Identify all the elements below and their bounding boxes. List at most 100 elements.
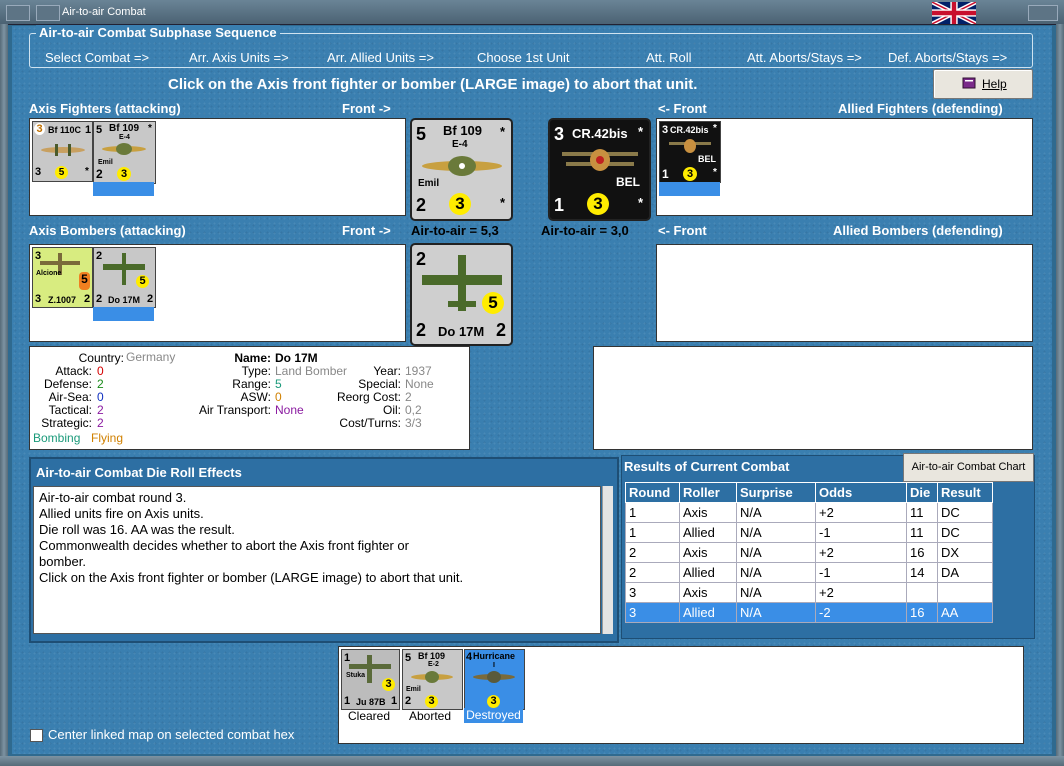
minimize-button[interactable] — [6, 5, 30, 21]
cell: N/A — [736, 582, 816, 603]
allied-air-to-air-value: Air-to-air = 3,0 — [541, 223, 629, 238]
country-value: Germany — [126, 350, 176, 364]
cell: DX — [937, 542, 993, 563]
oil-value: 0,2 — [405, 403, 422, 417]
cell: 3 — [625, 582, 680, 603]
window-frame-right — [1056, 24, 1064, 766]
counter-name: Bf 110C — [48, 125, 82, 135]
table-row-selected[interactable]: 3 Allied N/A -2 16 AA — [625, 602, 993, 623]
cell: Allied — [679, 562, 737, 583]
results-table: Round Roller Surprise Odds Die Result 1A… — [625, 482, 993, 623]
cell: 2 — [625, 562, 680, 583]
counter-name: Z.1007 — [48, 295, 77, 305]
table-row[interactable]: 2 Axis N/A +2 16 DX — [625, 542, 993, 563]
counter-bl: 1 — [662, 167, 669, 181]
counter-nick: Emil — [418, 178, 440, 189]
outcome-counter-bf109e2[interactable]: 5 Bf 109 E-2 Emil 2 3 — [402, 649, 463, 710]
tactical-value: 2 — [97, 403, 104, 417]
cell: N/A — [736, 542, 816, 563]
cell: N/A — [736, 562, 816, 583]
allied-fighter-selection-bar — [659, 182, 720, 196]
strategic-value: 2 — [97, 416, 104, 430]
axis-front-bomber-counter[interactable]: 2 5 2 Do 17M 2 — [410, 243, 513, 346]
bombing-flag: Bombing — [33, 431, 81, 445]
axis-bomber-counter-z1007[interactable]: 3 Alcione 5 3 Z.1007 2 — [32, 247, 93, 308]
window-frame-left — [0, 24, 8, 766]
outcome-counter-ju87b[interactable]: 1 Stuka 3 1 Ju 87B 1 — [341, 649, 400, 710]
results-table-wrap: Round Roller Surprise Odds Die Result 1A… — [625, 482, 993, 623]
name-value: Do 17M — [275, 351, 318, 365]
special-value: None — [405, 377, 434, 391]
counter-circle: 5 — [79, 272, 90, 290]
allied-front-fighter-counter[interactable]: 3 CR.42bis * BEL 1 3 * — [548, 118, 651, 221]
table-row[interactable]: 2 Allied N/A -1 14 DA — [625, 562, 993, 583]
center-map-label: Center linked map on selected combat hex — [48, 727, 295, 742]
counter-name: Bf 109 — [418, 651, 446, 661]
table-row[interactable]: 3 Axis N/A +2 — [625, 582, 993, 603]
counter-circle: 5 — [482, 292, 504, 314]
counter-nick: Alcione — [36, 270, 62, 277]
phase-step-choose-first: Choose 1st Unit — [477, 50, 570, 65]
axis-fighters-header: Axis Fighters (attacking) — [29, 101, 181, 116]
counter-bot: 1 — [554, 195, 565, 215]
counter-circle: 5 — [136, 275, 149, 288]
phase-step-arr-axis: Arr. Axis Units => — [189, 50, 289, 65]
allied-bombers-box — [656, 244, 1033, 342]
counter-tl: 3 — [662, 124, 669, 136]
cell: Axis — [679, 542, 737, 563]
allied-fighters-header: Allied Fighters (defending) — [838, 101, 1003, 116]
table-row[interactable]: 1 Allied N/A -1 11 DC — [625, 522, 993, 543]
axis-fighter-counter-bf109[interactable]: Bf 109 E-4 5 * Emil 2 3 — [93, 121, 156, 184]
type-value: Land Bomber — [275, 364, 348, 378]
uk-flag-icon — [931, 0, 977, 26]
oil-label: Oil: — [383, 403, 401, 417]
counter-bl: 2 — [96, 167, 103, 181]
reorg-label: Reorg Cost: — [336, 390, 401, 404]
cell: 11 — [906, 502, 938, 523]
counter-name: CR.42bis — [670, 125, 709, 135]
allied-fighter-counter-cr42[interactable]: 3 CR.42bis * BEL 1 3 * — [659, 121, 721, 183]
die-roll-text: Air-to-air combat round 3. Allied units … — [33, 486, 601, 634]
costturns-label: Cost/Turns: — [339, 416, 401, 430]
counter-circle: 3 — [449, 193, 471, 215]
range-label: Range: — [232, 377, 271, 391]
die-roll-scrollbar[interactable] — [602, 486, 613, 634]
front-arrow-right: Front -> — [342, 101, 391, 116]
cell: Allied — [679, 522, 737, 543]
cell: 2 — [625, 542, 680, 563]
restore-button[interactable] — [36, 5, 60, 21]
die-roll-title: Air-to-air Combat Die Roll Effects — [36, 465, 242, 480]
asw-label: ASW: — [240, 390, 271, 404]
hurricane-aircraft-icon — [473, 671, 515, 683]
cell — [906, 582, 938, 603]
axis-air-to-air-value: Air-to-air = 5,3 — [411, 223, 499, 238]
close-button[interactable] — [1028, 5, 1058, 21]
cell: -1 — [815, 522, 907, 543]
outcome-caption-aborted: Aborted — [409, 709, 452, 723]
counter-bl: 2 — [96, 293, 103, 305]
counter-star: * — [500, 124, 506, 139]
counter-sub: E-4 — [452, 139, 468, 150]
air-to-air-chart-button[interactable]: Air-to-air Combat Chart — [903, 453, 1034, 482]
type-label: Type: — [241, 364, 271, 378]
cell: +2 — [815, 542, 907, 563]
center-map-checkbox[interactable] — [30, 729, 43, 742]
defense-value: 2 — [97, 377, 104, 391]
table-row[interactable]: 1 Axis N/A +2 11 DC — [625, 502, 993, 523]
year-label: Year: — [373, 364, 401, 378]
costturns-value: 3/3 — [405, 416, 422, 430]
cr42-small-aircraft-icon — [669, 139, 711, 153]
counter-star: * — [85, 166, 89, 177]
flying-flag: Flying — [91, 431, 124, 445]
axis-front-fighter-counter[interactable]: 5 Bf 109 E-4 * Emil 2 3 * — [410, 118, 513, 221]
counter-star: * — [500, 195, 506, 210]
counter-name: Hurricane — [473, 651, 516, 661]
tactical-label: Tactical: — [48, 403, 92, 417]
axis-fighter-counter-bf110c[interactable]: 3 Bf 110C 1 3 5 * — [32, 121, 93, 182]
axis-bomber-counter-do17m[interactable]: 2 5 2 Do 17M 2 — [93, 247, 156, 308]
col-round: Round — [625, 482, 680, 503]
outcome-counter-hurricane[interactable]: 4 Hurricane I 3 — [464, 649, 525, 710]
cell — [937, 582, 993, 603]
window-title: Air-to-air Combat — [62, 6, 146, 18]
help-button[interactable]: Help — [933, 69, 1033, 99]
